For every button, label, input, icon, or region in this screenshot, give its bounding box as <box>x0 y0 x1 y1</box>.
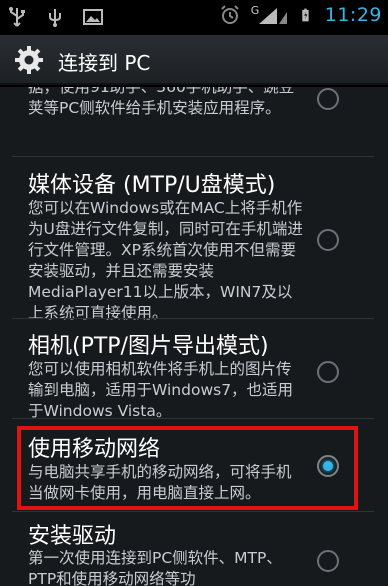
status-bar-left <box>6 6 104 28</box>
usb-icon <box>9 7 25 27</box>
option-desc: 您可以使用相机软件将手机上的图片传输到电脑，适用于Windows7，也适用于Wi… <box>28 360 294 420</box>
clock: 11:29 <box>324 4 382 26</box>
option-title: 安装驱动 <box>28 524 117 549</box>
radio-mtp[interactable] <box>317 229 339 251</box>
image-icon <box>83 9 103 25</box>
selection-highlight-box <box>17 426 358 510</box>
usb-debug-icon <box>49 9 61 27</box>
option-title: 相机(PTP/图片导出模式) <box>28 334 269 359</box>
option-ptp[interactable]: 相机(PTP/图片导出模式) 您可以使用相机软件将手机上的图片传输到电脑，适用于… <box>0 319 388 420</box>
alarm-icon <box>221 5 239 24</box>
option-desc: 据，使用91助手、360手机助手、豌豆荚等PC侧软件给手机安装应用程序。 <box>28 87 295 117</box>
radio-install-driver[interactable] <box>317 550 339 572</box>
option-pc-software[interactable]: 据，使用91助手、360手机助手、豌豆荚等PC侧软件给手机安装应用程序。 <box>0 87 388 150</box>
connection-options-list[interactable]: 据，使用91助手、360手机助手、豌豆荚等PC侧软件给手机安装应用程序。 媒体设… <box>0 87 388 586</box>
option-install-driver[interactable]: 安装驱动 第一次使用连接到PC侧软件、MTP、PTP和使用移动网络等功 <box>0 512 388 586</box>
radio-ptp[interactable] <box>317 361 339 383</box>
battery-icon <box>302 8 309 22</box>
radio-pc-software[interactable] <box>317 88 339 110</box>
option-title: 媒体设备 (MTP/U盘模式) <box>28 173 276 198</box>
status-bar-right: G 11:29 <box>219 4 382 26</box>
option-desc: 第一次使用连接到PC侧软件、MTP、PTP和使用移动网络等功 <box>28 549 282 586</box>
status-bar: G 11:29 <box>0 0 388 35</box>
signal-icon: G <box>251 4 291 26</box>
option-mtp[interactable]: 媒体设备 (MTP/U盘模式) 您可以在Windows或在MAC上将手机作为U盘… <box>0 157 388 322</box>
gear-icon <box>15 46 43 74</box>
option-desc: 您可以在Windows或在MAC上将手机作为U盘进行文件复制，同时可在手机端进行… <box>28 199 303 322</box>
page-title: 连接到 PC <box>58 51 151 75</box>
action-bar: 连接到 PC <box>0 35 388 85</box>
